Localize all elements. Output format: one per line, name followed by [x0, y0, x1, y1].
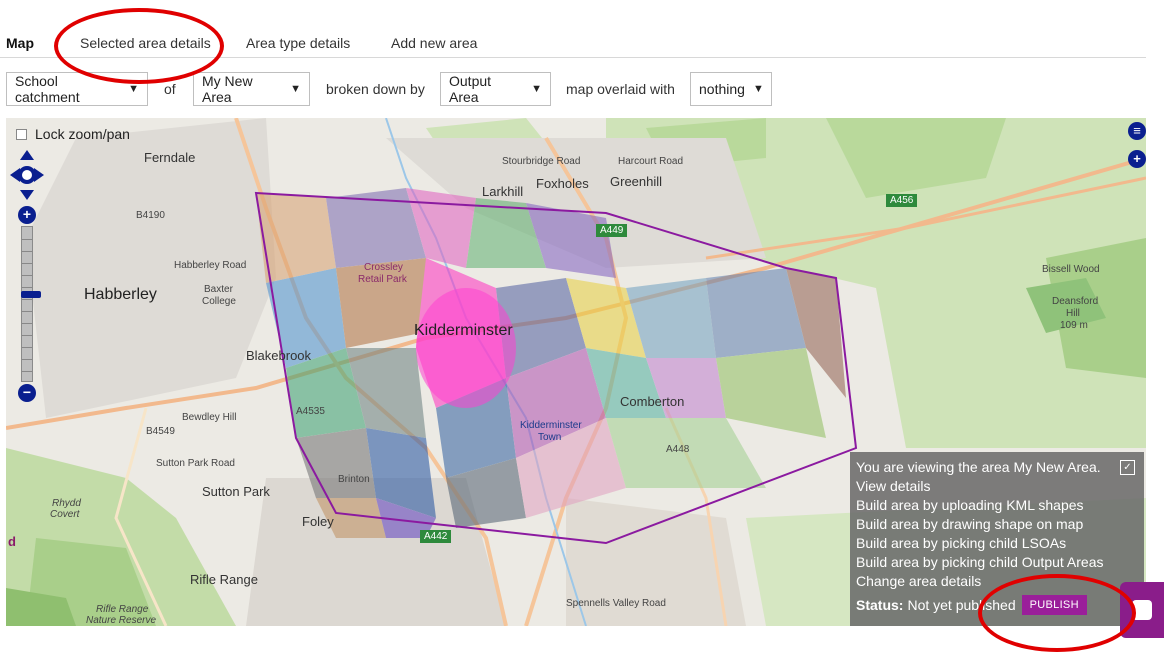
- build-output-areas-link[interactable]: Build area by picking child Output Areas: [856, 553, 1138, 572]
- lock-label: Lock zoom/pan: [35, 126, 130, 142]
- map-label-deansford-height: 109 m: [1060, 320, 1088, 331]
- build-kml-link[interactable]: Build area by uploading KML shapes: [856, 496, 1138, 515]
- map-label-a442: A442: [420, 530, 452, 543]
- map-label-bissell-wood: Bissell Wood: [1042, 264, 1100, 275]
- map-label-stourbridge-road: Stourbridge Road: [502, 156, 581, 167]
- map-label-ferndale: Ferndale: [144, 150, 196, 165]
- caret-down-icon: ▼: [290, 83, 301, 95]
- map-label-deansford: Deansford: [1052, 296, 1099, 307]
- lock-zoom-pan[interactable]: Lock zoom/pan: [16, 126, 130, 142]
- map-label-college: College: [202, 296, 236, 307]
- status-value: Not yet published: [907, 596, 1016, 613]
- drawer-icon: [1132, 600, 1152, 620]
- map-label-covert: Covert: [50, 509, 80, 520]
- map-controls: School catchment ▼ of My New Area ▼ broken…: [6, 72, 1146, 106]
- status-row: Status: Not yet published PUBLISH: [856, 595, 1138, 615]
- map-label-b4549: B4549: [146, 426, 175, 437]
- map-label-comberton: Comberton: [620, 394, 685, 409]
- tab-map[interactable]: Map: [6, 35, 34, 51]
- map-label-a448: A448: [666, 444, 690, 455]
- area-select[interactable]: My New Area ▼: [193, 72, 310, 106]
- breakdown-select[interactable]: Output Area ▼: [440, 72, 551, 106]
- map-label-harcourt-road: Harcourt Road: [618, 156, 684, 167]
- layer-add-icon[interactable]: +: [1128, 150, 1146, 168]
- map-label-sutton-park-road: Sutton Park Road: [156, 458, 235, 469]
- map-label-offedge: d: [8, 534, 16, 549]
- publish-button[interactable]: PUBLISH: [1021, 595, 1087, 615]
- tab-selected-area-details[interactable]: Selected area details: [80, 35, 211, 51]
- map-label-bewdley-hill: Bewdley Hill: [182, 412, 237, 423]
- layer-switcher-icon[interactable]: ≡: [1128, 122, 1146, 140]
- map-label-habberley: Habberley: [84, 286, 157, 303]
- status-label: Status:: [856, 596, 904, 613]
- map-label-nature-reserve: Nature Reserve: [86, 615, 157, 626]
- side-drawer-tab[interactable]: [1120, 582, 1164, 638]
- build-lsoa-link[interactable]: Build area by picking child LSOAs: [856, 534, 1138, 553]
- map-label-habberley-road: Habberley Road: [174, 260, 247, 271]
- area-value: My New Area: [202, 73, 253, 105]
- overlaid-with-label: map overlaid with: [566, 81, 675, 97]
- map-label-rifle-range: Rifle Range: [190, 572, 258, 587]
- build-draw-link[interactable]: Build area by drawing shape on map: [856, 515, 1138, 534]
- of-label: of: [164, 81, 176, 97]
- map-label-rifle-range-nr: Rifle Range: [96, 604, 149, 615]
- caret-down-icon: ▼: [752, 83, 764, 95]
- view-details-link[interactable]: View details: [856, 477, 1138, 496]
- map-label-b4190: B4190: [136, 210, 165, 221]
- overlay-select[interactable]: nothing ▼: [690, 72, 772, 106]
- map-label-kidderminster: Kidderminster: [414, 322, 513, 339]
- zoom-control: + −: [18, 206, 41, 402]
- overlay-value: nothing: [699, 81, 745, 97]
- map-label-baxter: Baxter: [204, 284, 233, 295]
- map-label-larkhill: Larkhill: [482, 184, 524, 199]
- map-label-a456: A456: [886, 194, 918, 207]
- zoom-slider-handle[interactable]: [21, 291, 41, 298]
- map-label-brinton: Brinton: [338, 474, 370, 485]
- map-label-retail-park: Retail Park: [358, 274, 407, 285]
- viewing-text: You are viewing the area My New Area.: [856, 459, 1101, 475]
- zoom-in-icon[interactable]: +: [18, 206, 36, 224]
- map-label-foley: Foley: [302, 514, 334, 529]
- caret-down-icon: ▼: [128, 83, 139, 95]
- tab-add-new-area[interactable]: Add new area: [391, 35, 477, 51]
- map-label-foxholes: Foxholes: [536, 176, 589, 191]
- zoom-slider-track[interactable]: [21, 226, 41, 382]
- map-label-crossley: Crossley: [364, 262, 403, 273]
- map-label-town: Town: [538, 432, 562, 443]
- map-label-blakebrook: Blakebrook: [246, 348, 312, 363]
- breakdown-value: Output Area: [449, 73, 492, 105]
- lock-checkbox[interactable]: [16, 128, 27, 140]
- broken-down-by-label: broken down by: [326, 81, 425, 97]
- area-type-value: School catchment: [15, 73, 80, 105]
- map-label-kidderminster-town: Kidderminster: [520, 420, 582, 431]
- map-label-a4535: A4535: [296, 406, 325, 417]
- tab-area-type-details[interactable]: Area type details: [246, 35, 350, 51]
- map-label-rhydd: Rhydd: [52, 498, 81, 509]
- map-label-deansford-hill: Hill: [1066, 308, 1080, 319]
- map-label-spennells-valley-road: Spennells Valley Road: [566, 598, 666, 609]
- caret-down-icon: ▼: [531, 83, 542, 95]
- collapse-panel-icon[interactable]: ✓: [1120, 460, 1135, 475]
- map-label-a449: A449: [596, 224, 628, 237]
- change-area-details-link[interactable]: Change area details: [856, 572, 1138, 591]
- map-label-greenhill: Greenhill: [610, 174, 663, 189]
- map-label-sutton-park: Sutton Park: [202, 484, 270, 499]
- zoom-out-icon[interactable]: −: [18, 384, 36, 402]
- pan-control-icon[interactable]: [10, 150, 44, 200]
- area-info-panel: You are viewing the area My New Area. ✓ …: [850, 452, 1144, 626]
- area-type-select[interactable]: School catchment ▼: [6, 72, 148, 106]
- tab-bar: Map Selected area details Area type deta…: [0, 0, 1146, 58]
